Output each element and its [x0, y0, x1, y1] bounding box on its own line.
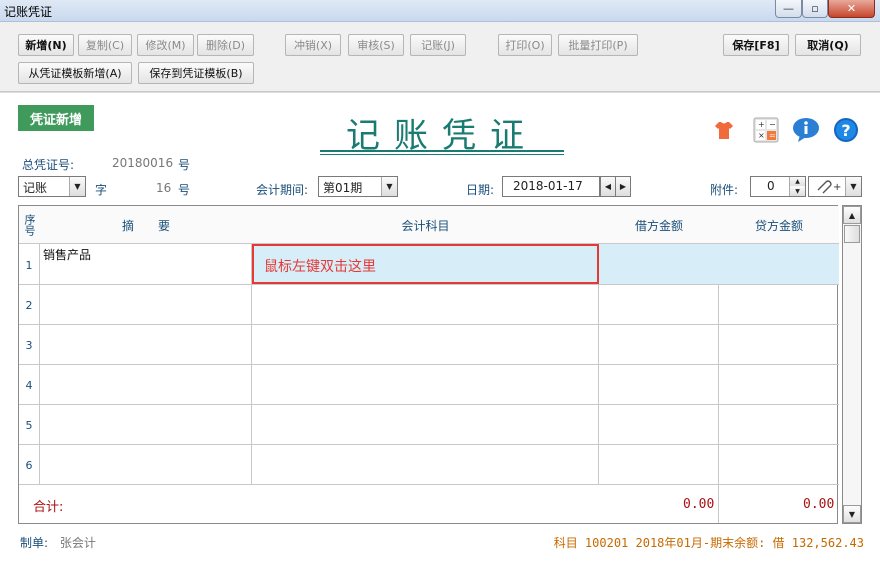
row-divider: [19, 404, 839, 405]
voucher-number: 16: [156, 181, 172, 195]
attachment-label: 附件:: [710, 183, 739, 197]
header-account: 会计科目: [401, 218, 450, 233]
copy-button[interactable]: 复制(C): [78, 34, 132, 56]
title-bar: 记账凭证 — ▫ ✕: [0, 0, 880, 22]
row-divider: [19, 324, 839, 325]
date-value: 2018-01-17: [513, 179, 583, 193]
scroll-up-icon[interactable]: ▲: [843, 206, 861, 224]
attachment-menu-button[interactable]: + ▼: [808, 176, 862, 197]
voucher-entries-table: 序号 摘 要 会计科目 借方金额 贷方金额 1 销售产品 鼠标左键双击这里 2 …: [18, 205, 839, 524]
table-header: 序号 摘 要 会计科目 借方金额 贷方金额: [19, 206, 839, 244]
edit-button[interactable]: 修改(M): [137, 34, 194, 56]
row-number: 1: [25, 259, 33, 272]
header-seq: 序号: [23, 214, 36, 236]
save-button[interactable]: 保存[F8]: [723, 34, 789, 56]
row-number: 4: [25, 379, 33, 392]
summary-cell[interactable]: 销售产品: [43, 246, 91, 263]
date-next-button[interactable]: ▶: [615, 176, 631, 197]
chevron-right-icon: ▶: [616, 177, 630, 196]
skin-icon[interactable]: [710, 116, 738, 144]
period-value: 第01期: [323, 181, 363, 195]
voucher-type-value: 记账: [23, 181, 48, 195]
audit-button[interactable]: 审核(S): [348, 34, 404, 56]
zi-label: 字: [95, 183, 108, 197]
row-divider: [19, 284, 839, 285]
account-cell[interactable]: 鼠标左键双击这里: [252, 244, 599, 284]
svg-text:+: +: [758, 120, 765, 129]
cancel-button[interactable]: 取消(Q): [795, 34, 861, 56]
save-to-template-button[interactable]: 保存到凭证模板(B): [138, 62, 254, 84]
total-debit: 0.00: [683, 497, 715, 512]
total-label: 合计:: [33, 500, 64, 515]
voucher-type-select[interactable]: 记账 ▼: [18, 176, 86, 197]
total-no-label: 总凭证号:: [22, 158, 75, 172]
minimize-icon: —: [783, 2, 794, 15]
account-balance-status: 科目 100201 2018年01月-期末余额: 借 132,562.43: [553, 536, 864, 550]
date-prev-button[interactable]: ◀: [600, 176, 616, 197]
maximize-icon: ▫: [811, 2, 819, 15]
new-from-template-button[interactable]: 从凭证模板新增(A): [18, 62, 132, 84]
post-button[interactable]: 记账(J): [410, 34, 466, 56]
maker-info: 制单: 张会计: [20, 534, 96, 551]
close-button[interactable]: ✕: [828, 0, 875, 18]
account-hint: 鼠标左键双击这里: [264, 259, 376, 275]
stepper-down-icon[interactable]: ▼: [789, 186, 805, 196]
title-underline: [320, 150, 564, 152]
paperclip-icon: +: [815, 178, 841, 197]
svg-text:?: ?: [841, 121, 850, 140]
chevron-left-icon: ◀: [601, 177, 615, 196]
add-button[interactable]: 新增(N): [18, 34, 74, 56]
header-summary: 摘 要: [121, 218, 170, 233]
attachment-count-value: 0: [767, 179, 775, 193]
close-icon: ✕: [846, 2, 857, 15]
calculator-icon[interactable]: + − × =: [752, 116, 780, 144]
header-credit: 贷方金额: [754, 218, 803, 233]
toolbar-area: [0, 22, 880, 94]
help-icon[interactable]: ?: [832, 116, 860, 144]
date-field[interactable]: 2018-01-17: [502, 176, 600, 197]
svg-text:=: =: [769, 131, 776, 140]
row-divider: [19, 444, 839, 445]
batch-print-button[interactable]: 批量打印(P): [558, 34, 638, 56]
scroll-down-icon[interactable]: ▼: [843, 505, 861, 523]
period-label: 会计期间:: [256, 183, 309, 197]
chevron-down-icon: ▼: [845, 177, 861, 196]
maximize-button[interactable]: ▫: [802, 0, 828, 18]
chevron-down-icon: ▼: [381, 177, 397, 196]
total-credit: 0.00: [803, 497, 835, 512]
maker-label: 制单:: [20, 536, 49, 550]
scroll-thumb[interactable]: [844, 225, 860, 243]
total-no-value: 20180016: [112, 156, 174, 170]
minimize-button[interactable]: —: [775, 0, 802, 18]
message-icon[interactable]: [792, 116, 820, 144]
svg-text:+: +: [833, 182, 841, 193]
row-number: 2: [25, 299, 33, 312]
title-underline-thin: [320, 154, 564, 155]
date-label: 日期:: [466, 183, 495, 197]
total-row: 合计:: [19, 485, 599, 523]
reverse-button[interactable]: 冲销(X): [285, 34, 341, 56]
row-divider: [19, 364, 839, 365]
header-debit: 借方金额: [634, 218, 683, 233]
row-number: 3: [25, 339, 33, 352]
mode-badge: 凭证新增: [18, 105, 94, 131]
window-title: 记账凭证: [4, 5, 53, 19]
table-scrollbar[interactable]: ▲ ▼: [842, 205, 862, 524]
amount-cells[interactable]: [599, 244, 839, 284]
svg-text:−: −: [769, 120, 776, 129]
chevron-down-icon: ▼: [69, 177, 85, 196]
attachment-count-input[interactable]: 0 ▲ ▼: [750, 176, 806, 197]
table-row[interactable]: 1 销售产品 鼠标左键双击这里: [19, 244, 839, 284]
period-select[interactable]: 第01期 ▼: [318, 176, 398, 197]
svg-text:×: ×: [758, 131, 765, 140]
total-no-suffix: 号: [178, 158, 191, 172]
voucher-number-suffix: 号: [178, 183, 191, 197]
row-number: 5: [25, 419, 33, 432]
print-button[interactable]: 打印(O): [498, 34, 552, 56]
stepper-up-icon[interactable]: ▲: [789, 177, 805, 186]
delete-button[interactable]: 删除(D): [197, 34, 254, 56]
maker-name: 张会计: [59, 536, 96, 550]
row-number: 6: [25, 459, 33, 472]
